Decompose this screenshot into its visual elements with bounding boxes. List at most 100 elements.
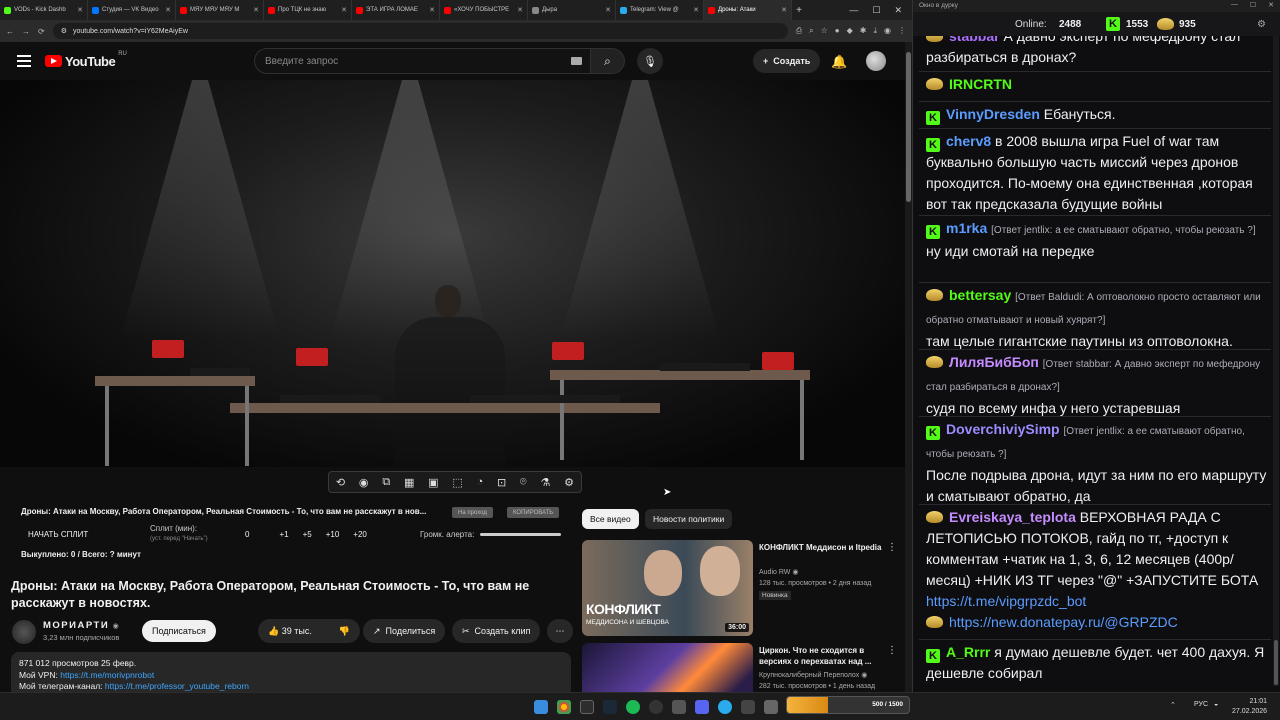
chat-scrollbar[interactable] <box>1273 36 1279 686</box>
tab-close-icon[interactable]: ✕ <box>165 6 171 14</box>
create-button[interactable]: + Создать <box>753 49 821 73</box>
chat-nickname[interactable]: ЛиляБибБоп <box>949 354 1039 370</box>
install-icon[interactable]: ⎙ <box>796 26 802 36</box>
split-add-button[interactable]: +1 <box>279 530 288 539</box>
forward-icon[interactable]: → <box>22 27 30 36</box>
network-icon[interactable]: ◒ <box>1214 701 1218 708</box>
chat-nickname[interactable]: stabbar <box>949 36 1000 44</box>
telegram-icon[interactable] <box>718 700 732 714</box>
pass-button[interactable]: На проход <box>452 507 493 518</box>
chip-politics-news[interactable]: Новости политики <box>645 509 733 529</box>
browser-menu-icon[interactable]: ⋮ <box>898 26 906 36</box>
tab-close-icon[interactable]: ✕ <box>341 6 347 14</box>
steam-icon[interactable] <box>603 700 617 714</box>
spotify-icon[interactable] <box>626 700 640 714</box>
browser-tab[interactable]: Telegram: View @ ✕ <box>616 0 704 20</box>
browser-tab[interactable]: «ХОЧУ ПОБЫСТРЕ ✕ <box>440 0 528 20</box>
dislike-button[interactable]: 👎 <box>339 626 350 637</box>
taskbar-app-icon[interactable] <box>580 700 594 714</box>
tab-close-icon[interactable]: ✕ <box>605 6 611 14</box>
miniplayer-icon[interactable]: ▣ <box>428 476 438 489</box>
recommendation-channel[interactable]: Audio RW ◉ <box>759 568 798 576</box>
obs-icon[interactable] <box>649 700 663 714</box>
start-split-button[interactable]: НАЧАТЬ СПЛИТ <box>28 530 88 539</box>
recommendation-item[interactable]: Циркон. Что не сходится в версиях о пере… <box>582 643 904 692</box>
discord-icon[interactable] <box>695 700 709 714</box>
vpn-link[interactable]: https://t.me/morivpnrobot <box>60 670 154 680</box>
notifications-bell-icon[interactable]: 🔔 <box>831 54 847 70</box>
extension-icon[interactable]: ● <box>835 26 840 36</box>
account-avatar[interactable] <box>866 51 886 71</box>
start-icon[interactable] <box>534 700 548 714</box>
youtube-logo[interactable]: YouTube RU <box>45 51 127 69</box>
screenshot-icon[interactable]: ⌾ <box>520 476 527 489</box>
extensions-puzzle-icon[interactable]: ✱ <box>860 26 867 36</box>
telegram-link[interactable]: https://t.me/professor_youtube_reborn <box>105 681 249 691</box>
keyboard-icon[interactable] <box>571 57 582 65</box>
video-thumbnail[interactable]: КОНФЛИКТ МЕДДИСОНА И ШЕВЦОВА 36:00 <box>582 540 753 636</box>
page-scrollbar-thumb[interactable] <box>906 52 911 202</box>
chat-nickname[interactable]: m1rka <box>946 220 987 236</box>
tab-close-icon[interactable]: ✕ <box>693 6 699 14</box>
more-vertical-icon[interactable]: ⋮ <box>887 645 897 656</box>
maximize-icon[interactable]: ☐ <box>872 5 880 16</box>
chat-scrollbar-thumb[interactable] <box>1274 640 1278 685</box>
loop-icon[interactable]: ⟲ <box>336 476 345 489</box>
chrome-icon[interactable] <box>557 700 571 714</box>
chat-link[interactable]: https://new.donatepay.ru/@GRPZDC <box>949 614 1178 630</box>
browser-tab[interactable]: Про ТЦК не знаю ✕ <box>264 0 352 20</box>
chat-nickname[interactable]: bettersay <box>949 287 1011 303</box>
chat-nickname[interactable]: A_Rrrr <box>946 644 990 660</box>
video-player[interactable]: /// <box>0 80 905 467</box>
search-button[interactable]: ⌕ <box>591 48 625 74</box>
browser-tab[interactable]: Дроны: Атаки ✕ <box>704 0 792 20</box>
tab-close-icon[interactable]: ✕ <box>517 6 523 14</box>
more-vertical-icon[interactable]: ⋮ <box>887 542 897 553</box>
browser-tab[interactable]: VODs - Kick Dashb ✕ <box>0 0 88 20</box>
clip-button[interactable]: ✂ Создать клип <box>452 619 541 643</box>
extension-icon[interactable]: ◆ <box>847 26 853 36</box>
browser-tab[interactable]: МЯУ МЯУ МЯУ М ✕ <box>176 0 264 20</box>
subscribe-button[interactable]: Подписаться <box>142 620 216 642</box>
clock[interactable]: 21:01 27.02.2026 <box>1232 697 1267 717</box>
reload-icon[interactable]: ⟳ <box>38 27 45 36</box>
like-button[interactable]: 👍 39 тыс. <box>268 626 312 637</box>
profile-icon[interactable]: ◉ <box>884 26 891 36</box>
channel-avatar[interactable] <box>12 620 36 644</box>
url-field[interactable]: ⚙ youtube.com/watch?v=iY62MeAiyEw <box>52 23 788 39</box>
bookmark-star-icon[interactable]: ☆ <box>821 26 828 36</box>
alert-volume-slider[interactable] <box>480 533 561 536</box>
chat-nickname[interactable]: DoverchiviySimp <box>946 421 1060 437</box>
downloads-icon[interactable]: ⤓ <box>873 26 877 36</box>
site-info-icon[interactable]: ⚙ <box>61 27 67 35</box>
minimize-icon[interactable]: — <box>1231 1 1238 9</box>
recommendation-title[interactable]: Циркон. Что не сходится в версиях о пере… <box>759 645 889 667</box>
recommendation-channel[interactable]: Крупнокалиберный Переполох ◉ <box>759 671 867 679</box>
voice-search-button[interactable]: 🎙 <box>637 48 663 74</box>
speed-icon[interactable]: ◔ <box>477 476 484 488</box>
chat-nickname[interactable]: Evreiskaya_teplota <box>949 509 1076 525</box>
more-actions-button[interactable]: ⋯ <box>547 619 573 643</box>
chat-link[interactable]: https://t.me/vipgrpzdc_bot <box>926 593 1086 609</box>
tray-chevron-icon[interactable]: ⌃ <box>1170 701 1176 709</box>
chat-nickname[interactable]: VinnyDresden <box>946 106 1040 122</box>
recommendation-title[interactable]: КОНФЛИКТ Меддисон и Itpedia <box>759 542 889 553</box>
taskbar-app-icon[interactable] <box>741 700 755 714</box>
recommendation-item[interactable]: КОНФЛИКТ МЕДДИСОНА И ШЕВЦОВА 36:00 КОНФЛ… <box>582 540 904 638</box>
tab-close-icon[interactable]: ✕ <box>429 6 435 14</box>
video-description[interactable]: 871 012 просмотров 25 февр. Мой VPN: htt… <box>11 652 571 697</box>
chat-settings-icon[interactable]: ⚙ <box>1257 19 1266 30</box>
close-icon[interactable]: ✕ <box>1268 1 1274 9</box>
copy-button[interactable]: КОПИРОВАТЬ <box>507 507 560 518</box>
calendar-icon[interactable]: ▦ <box>404 476 414 489</box>
audio-icon[interactable]: ◉ <box>359 476 369 489</box>
taskbar-app-icon[interactable] <box>672 700 686 714</box>
chip-all-videos[interactable]: Все видео <box>582 509 639 529</box>
back-icon[interactable]: ← <box>6 27 14 36</box>
tab-close-icon[interactable]: ✕ <box>77 6 83 14</box>
browser-tab[interactable]: Студия — VK Видео ✕ <box>88 0 176 20</box>
split-add-button[interactable]: +10 <box>326 530 340 539</box>
video-thumbnail[interactable] <box>582 643 753 692</box>
zoom-icon[interactable]: ⌕ <box>809 26 813 36</box>
flask-icon[interactable]: ⚗ <box>540 476 550 489</box>
